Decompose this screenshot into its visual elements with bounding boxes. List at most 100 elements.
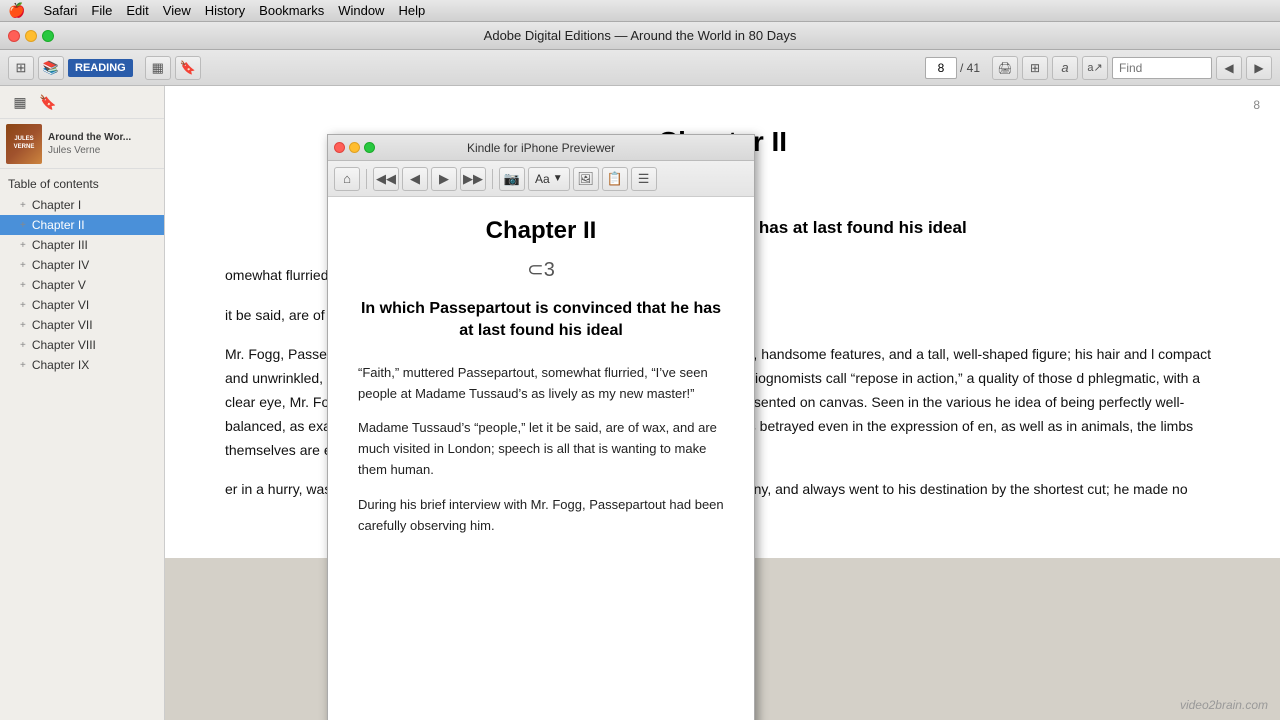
book-author-label: Jules Verne (48, 144, 131, 157)
kindle-paragraph-2: Madame Tussaud’s “people,” let it be sai… (358, 418, 724, 480)
mac-menubar: 🍎 Safari File Edit View History Bookmark… (0, 0, 1280, 22)
minimize-button[interactable] (25, 30, 37, 42)
menu-file[interactable]: File (91, 3, 112, 18)
kindle-titlebar: Kindle for iPhone Previewer (328, 135, 754, 161)
sidebar-icons: ▦ 🔖 (0, 86, 164, 119)
kindle-content-area: Chapter II ⊂3 In which Passepartout is c… (328, 197, 754, 720)
video2brain-watermark: video2brain.com (1180, 698, 1268, 712)
expand-icon-9: + (20, 360, 26, 371)
ade-titlebar: Adobe Digital Editions — Around the Worl… (0, 22, 1280, 50)
bookmarks-icon[interactable]: 🔖 (175, 56, 201, 80)
font-icon[interactable]: a (1052, 56, 1078, 80)
menu-edit[interactable]: Edit (126, 3, 148, 18)
kindle-back-icon[interactable]: ◀ (402, 167, 428, 191)
sidebar-item-chapter1[interactable]: + Chapter I (0, 195, 164, 215)
chapter3-label: Chapter III (32, 238, 88, 252)
menu-view[interactable]: View (163, 3, 191, 18)
sidebar-item-chapter5[interactable]: + Chapter V (0, 275, 164, 295)
expand-icon-8: + (20, 340, 26, 351)
chapter4-label: Chapter IV (32, 258, 89, 272)
page-navigation: / 41 (925, 57, 980, 79)
kindle-window-title: Kindle for iPhone Previewer (467, 141, 615, 155)
ade-page-number: 8 (1253, 98, 1260, 112)
maximize-button[interactable] (42, 30, 54, 42)
kindle-maximize-button[interactable] (364, 142, 375, 153)
chapter5-label: Chapter V (32, 278, 86, 292)
sidebar-bookmark-icon[interactable]: 🔖 (36, 90, 60, 114)
toc-header[interactable]: Table of contents (0, 173, 164, 195)
sidebar-item-chapter7[interactable]: + Chapter VII (0, 315, 164, 335)
menu-bookmarks[interactable]: Bookmarks (259, 3, 324, 18)
menu-history[interactable]: History (205, 3, 245, 18)
kindle-image-icon[interactable]: 🖼 (573, 167, 599, 191)
ade-content: ▦ 🔖 JULESVERNE Around the Wor... Jules V… (0, 86, 1280, 720)
kindle-font-button[interactable]: Aa ▼ (528, 167, 570, 191)
kindle-chapter-title: Chapter II (358, 217, 724, 245)
ade-window: Adobe Digital Editions — Around the Worl… (0, 22, 1280, 720)
book-title-label: Around the Wor... (48, 131, 131, 144)
book-cover-thumbnail: JULESVERNE (6, 124, 42, 164)
sidebar-item-chapter9[interactable]: + Chapter IX (0, 355, 164, 375)
close-button[interactable] (8, 30, 20, 42)
apple-logo[interactable]: 🍎 (8, 2, 25, 19)
sidebar-nav: Table of contents + Chapter I + Chapter … (0, 169, 164, 720)
chapter7-label: Chapter VII (32, 318, 93, 332)
library-icon[interactable]: ⊞ (8, 56, 34, 80)
expand-icon-5: + (20, 280, 26, 291)
book-info-text: Around the Wor... Jules Verne (48, 131, 131, 157)
amazon-icon[interactable]: a↗ (1082, 56, 1108, 80)
sidebar-item-chapter2[interactable]: + Chapter II (0, 215, 164, 235)
reading-label: READING (68, 59, 133, 77)
expand-icon-2: + (20, 220, 26, 231)
kindle-close-button[interactable] (334, 142, 345, 153)
chapter1-label: Chapter I (32, 198, 81, 212)
kindle-paragraph-3: During his brief interview with Mr. Fogg… (358, 495, 724, 537)
chapter9-label: Chapter IX (32, 358, 89, 372)
expand-icon-7: + (20, 320, 26, 331)
chapter2-label: Chapter II (32, 218, 85, 232)
kindle-home-icon[interactable]: ⌂ (334, 167, 360, 191)
sidebar-book-info: JULESVERNE Around the Wor... Jules Verne (0, 119, 164, 169)
expand-icon-4: + (20, 260, 26, 271)
expand-icon-6: + (20, 300, 26, 311)
kindle-traffic-lights (334, 142, 375, 153)
expand-icon: + (20, 200, 26, 211)
kindle-notes-icon[interactable]: 📋 (602, 167, 628, 191)
ade-nav-toolbar: ⊞ 📚 READING ▦ 🔖 / 41 🖨 ⊞ a a↗ ◀ ▶ (0, 50, 1280, 86)
sidebar-item-chapter4[interactable]: + Chapter IV (0, 255, 164, 275)
thumbs-view-icon[interactable]: ▦ (145, 56, 171, 80)
find-prev-icon[interactable]: ◀ (1216, 56, 1242, 80)
kindle-toc-icon[interactable]: ☰ (631, 167, 657, 191)
sidebar-item-chapter6[interactable]: + Chapter VI (0, 295, 164, 315)
window-title: Adobe Digital Editions — Around the Worl… (484, 28, 797, 43)
kindle-screenshot-icon[interactable]: 📷 (499, 167, 525, 191)
print-icon[interactable]: 🖨 (992, 56, 1018, 80)
kindle-toolbar: ⌂ ◀◀ ◀ ▶ ▶▶ 📷 Aa ▼ 🖼 📋 ☰ (328, 161, 754, 197)
sidebar-item-chapter3[interactable]: + Chapter III (0, 235, 164, 255)
expand-icon-3: + (20, 240, 26, 251)
page-total-label: / 41 (960, 61, 980, 75)
ade-sidebar: ▦ 🔖 JULESVERNE Around the Wor... Jules V… (0, 86, 165, 720)
menu-help[interactable]: Help (398, 3, 425, 18)
kindle-paragraph-1: “Faith,” muttered Passepartout, somewhat… (358, 363, 724, 405)
ade-reading-container: 8 Chapter II ⊂3 Passepartout is convince… (165, 86, 1280, 720)
menu-safari[interactable]: Safari (43, 3, 77, 18)
kindle-minimize-button[interactable] (349, 142, 360, 153)
fullscreen-icon[interactable]: ⊞ (1022, 56, 1048, 80)
menu-window[interactable]: Window (338, 3, 384, 18)
kindle-ornament: ⊂3 (358, 257, 724, 282)
kindle-previewer-window: Kindle for iPhone Previewer ⌂ ◀◀ ◀ ▶ ▶▶ … (327, 134, 755, 720)
chapter6-label: Chapter VI (32, 298, 89, 312)
kindle-forward-icon[interactable]: ▶ (431, 167, 457, 191)
page-number-input[interactable] (925, 57, 957, 79)
kindle-prev-page-icon[interactable]: ◀◀ (373, 167, 399, 191)
bookshelf-icon[interactable]: 📚 (38, 56, 64, 80)
sidebar-item-chapter8[interactable]: + Chapter VIII (0, 335, 164, 355)
sidebar-grid-icon[interactable]: ▦ (8, 90, 32, 114)
kindle-subtitle: In which Passepartout is convinced that … (358, 298, 724, 343)
find-input[interactable] (1112, 57, 1212, 79)
find-next-icon[interactable]: ▶ (1246, 56, 1272, 80)
window-traffic-lights (8, 30, 54, 42)
kindle-next-page-icon[interactable]: ▶▶ (460, 167, 486, 191)
chapter8-label: Chapter VIII (32, 338, 96, 352)
